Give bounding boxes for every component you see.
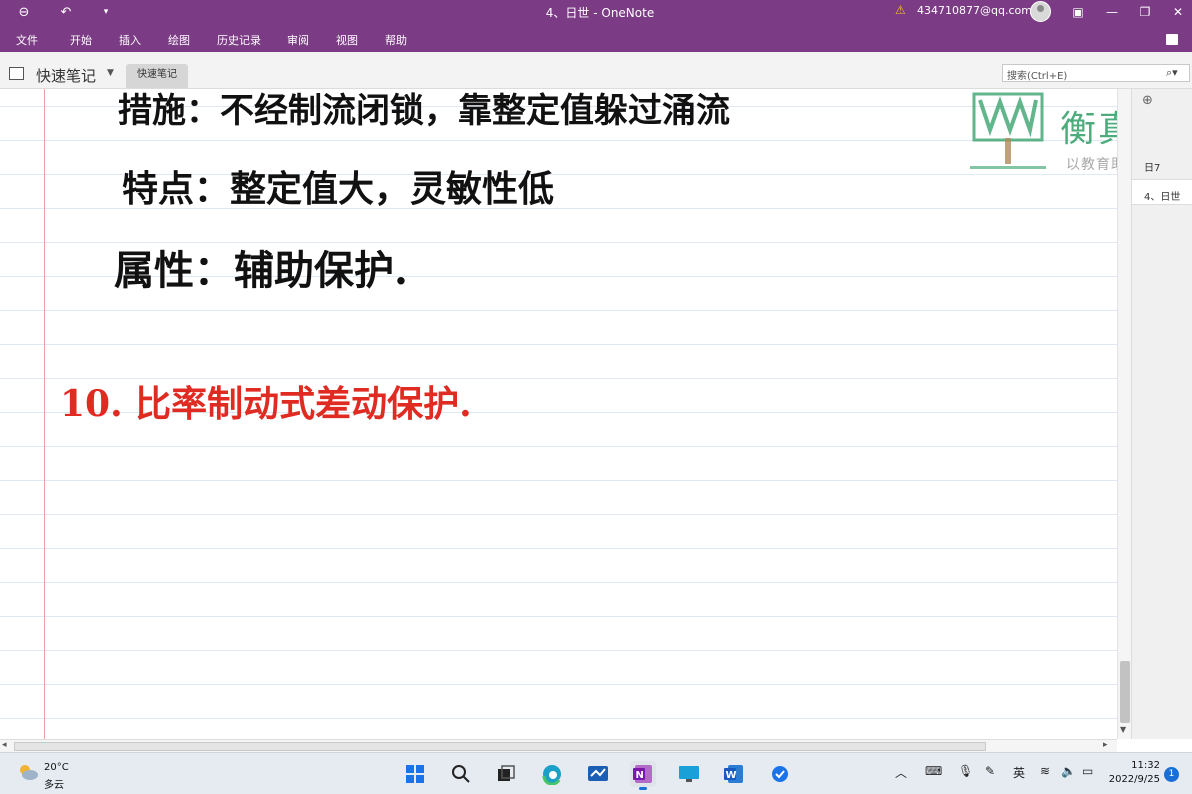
horizontal-scrollbar-thumb[interactable] — [14, 742, 986, 751]
app-check-icon[interactable] — [767, 761, 793, 787]
clock-date: 2022/9/25 — [1108, 774, 1160, 785]
search-icon[interactable] — [448, 761, 474, 787]
warning-icon[interactable]: ⚠ — [895, 3, 906, 17]
battery-icon[interactable]: ▭ — [1082, 764, 1093, 778]
ribbon-tabs: 文件 开始 插入 绘图 历史记录 审阅 视图 帮助 — [0, 24, 1192, 52]
word-icon[interactable]: W — [721, 761, 747, 787]
minimize-button[interactable]: — — [1097, 2, 1127, 22]
onenote-icon[interactable]: N — [630, 761, 656, 790]
scroll-right-icon[interactable]: ▸ — [1103, 740, 1108, 750]
edge-icon[interactable] — [539, 761, 565, 787]
page-list-item[interactable]: 日7 — [1132, 151, 1192, 177]
notification-badge[interactable]: 1 — [1164, 767, 1179, 782]
svg-text:N: N — [636, 770, 644, 781]
weather-temperature[interactable]: 20°C — [44, 762, 69, 773]
onenote-window: ⊖ ↶ ▾ 4、日世 - OneNote ⚠ 434710877@qq.com … — [0, 0, 1192, 794]
tab-insert[interactable]: 插入 — [119, 32, 141, 48]
scroll-down-icon[interactable]: ▼ — [1120, 725, 1126, 734]
weather-description[interactable]: 多云 — [44, 776, 64, 791]
tab-help[interactable]: 帮助 — [385, 32, 407, 48]
tab-history[interactable]: 历史记录 — [217, 32, 261, 48]
tab-view[interactable]: 视图 — [336, 32, 358, 48]
chevron-up-icon[interactable]: ︿ — [895, 764, 907, 781]
tab-draw[interactable]: 绘图 — [168, 32, 190, 48]
tab-review[interactable]: 审阅 — [287, 32, 309, 48]
svg-text:W: W — [726, 770, 737, 781]
pages-pane: ⊕ 日7 4、日世 — [1131, 89, 1192, 739]
restore-button[interactable]: ❐ — [1130, 2, 1160, 22]
clock-time: 11:32 — [1131, 760, 1160, 771]
page-margin-line — [44, 89, 45, 739]
wifi-icon[interactable]: ≋ — [1040, 764, 1050, 778]
search-icon[interactable]: ⌕▾ — [1166, 66, 1178, 80]
scrollbar-thumb[interactable] — [1120, 661, 1130, 723]
notebook-icon[interactable] — [9, 67, 24, 80]
ribbon-collapse-icon[interactable] — [1166, 34, 1178, 45]
taskbar: 20°C 多云 N W ︿ ⌨ 🎙 ✎ 英 ≋ 🔈 ▭ 11:32 2022/9… — [0, 752, 1192, 794]
account-email[interactable]: 434710877@qq.com — [917, 4, 1032, 17]
handwriting-line[interactable]: 措施：不经制流闭锁，靠整定值躲过涌流 — [118, 83, 730, 132]
back-icon[interactable]: ⊖ — [12, 2, 36, 22]
task-view-icon[interactable] — [493, 761, 519, 787]
page-list-item[interactable]: 4、日世 — [1132, 179, 1192, 205]
add-page-icon[interactable]: ⊕ — [1142, 93, 1153, 108]
search-input[interactable]: 搜索(Ctrl+E) — [1002, 64, 1190, 82]
ribbon-display-options-icon[interactable]: ▣ — [1063, 2, 1093, 22]
quick-access-dropdown-icon[interactable]: ▾ — [94, 2, 118, 22]
notebook-name[interactable]: 快速笔记 — [36, 65, 96, 86]
title-bar: ⊖ ↶ ▾ 4、日世 - OneNote ⚠ 434710877@qq.com … — [0, 0, 1192, 24]
avatar[interactable] — [1030, 1, 1051, 22]
handwriting-line[interactable]: 特点：整定值大，灵敏性低 — [122, 160, 554, 212]
tab-file[interactable]: 文件 — [16, 32, 38, 48]
watermark-logo — [970, 92, 1046, 169]
horizontal-scrollbar[interactable]: ◂ ▸ — [0, 739, 1117, 752]
window-title: 4、日世 - OneNote — [545, 6, 655, 20]
handwriting-heading[interactable]: 10. 比率制动式差动保护. — [60, 375, 472, 427]
pen-icon[interactable]: ✎ — [985, 764, 995, 778]
vertical-scrollbar[interactable]: ▼ — [1117, 89, 1131, 739]
start-icon[interactable] — [402, 761, 428, 787]
scroll-left-icon[interactable]: ◂ — [2, 740, 7, 750]
handwriting-line[interactable]: 属性：辅助保护. — [114, 238, 408, 296]
close-button[interactable]: ✕ — [1163, 2, 1192, 22]
input-language[interactable]: 英 — [1013, 764, 1025, 781]
tab-home[interactable]: 开始 — [70, 32, 92, 48]
microphone-icon[interactable]: 🎙 — [958, 764, 973, 778]
clock[interactable]: 11:32 2022/9/25 — [1108, 759, 1160, 787]
volume-icon[interactable]: 🔈 — [1061, 764, 1076, 778]
chevron-down-icon[interactable]: ▼ — [107, 68, 114, 78]
keyboard-icon[interactable]: ⌨ — [925, 764, 942, 778]
partly-cloudy-icon[interactable] — [17, 764, 39, 780]
whiteboard-icon[interactable] — [585, 761, 611, 787]
remote-desktop-icon[interactable] — [676, 761, 702, 787]
undo-icon[interactable]: ↶ — [54, 2, 78, 22]
